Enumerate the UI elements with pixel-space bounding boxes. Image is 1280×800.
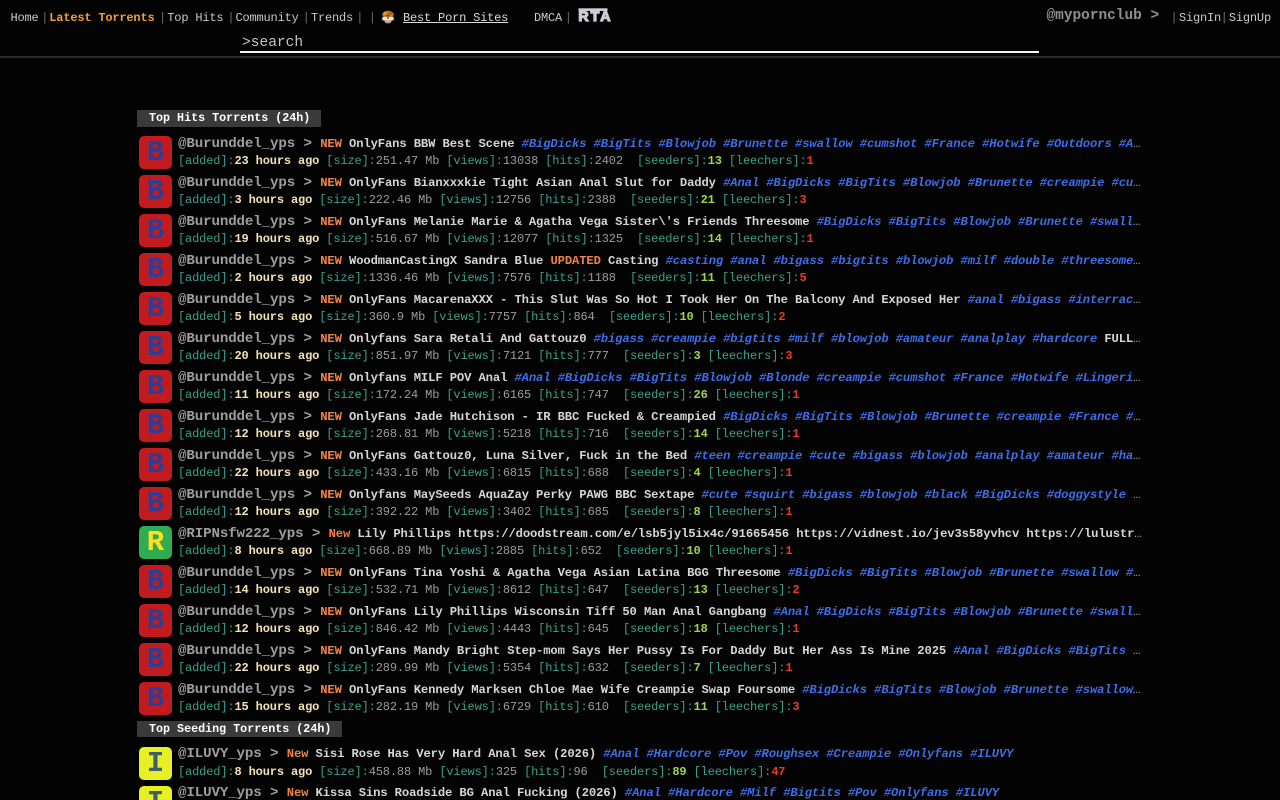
svg-text:RTA: RTA [578,9,612,22]
